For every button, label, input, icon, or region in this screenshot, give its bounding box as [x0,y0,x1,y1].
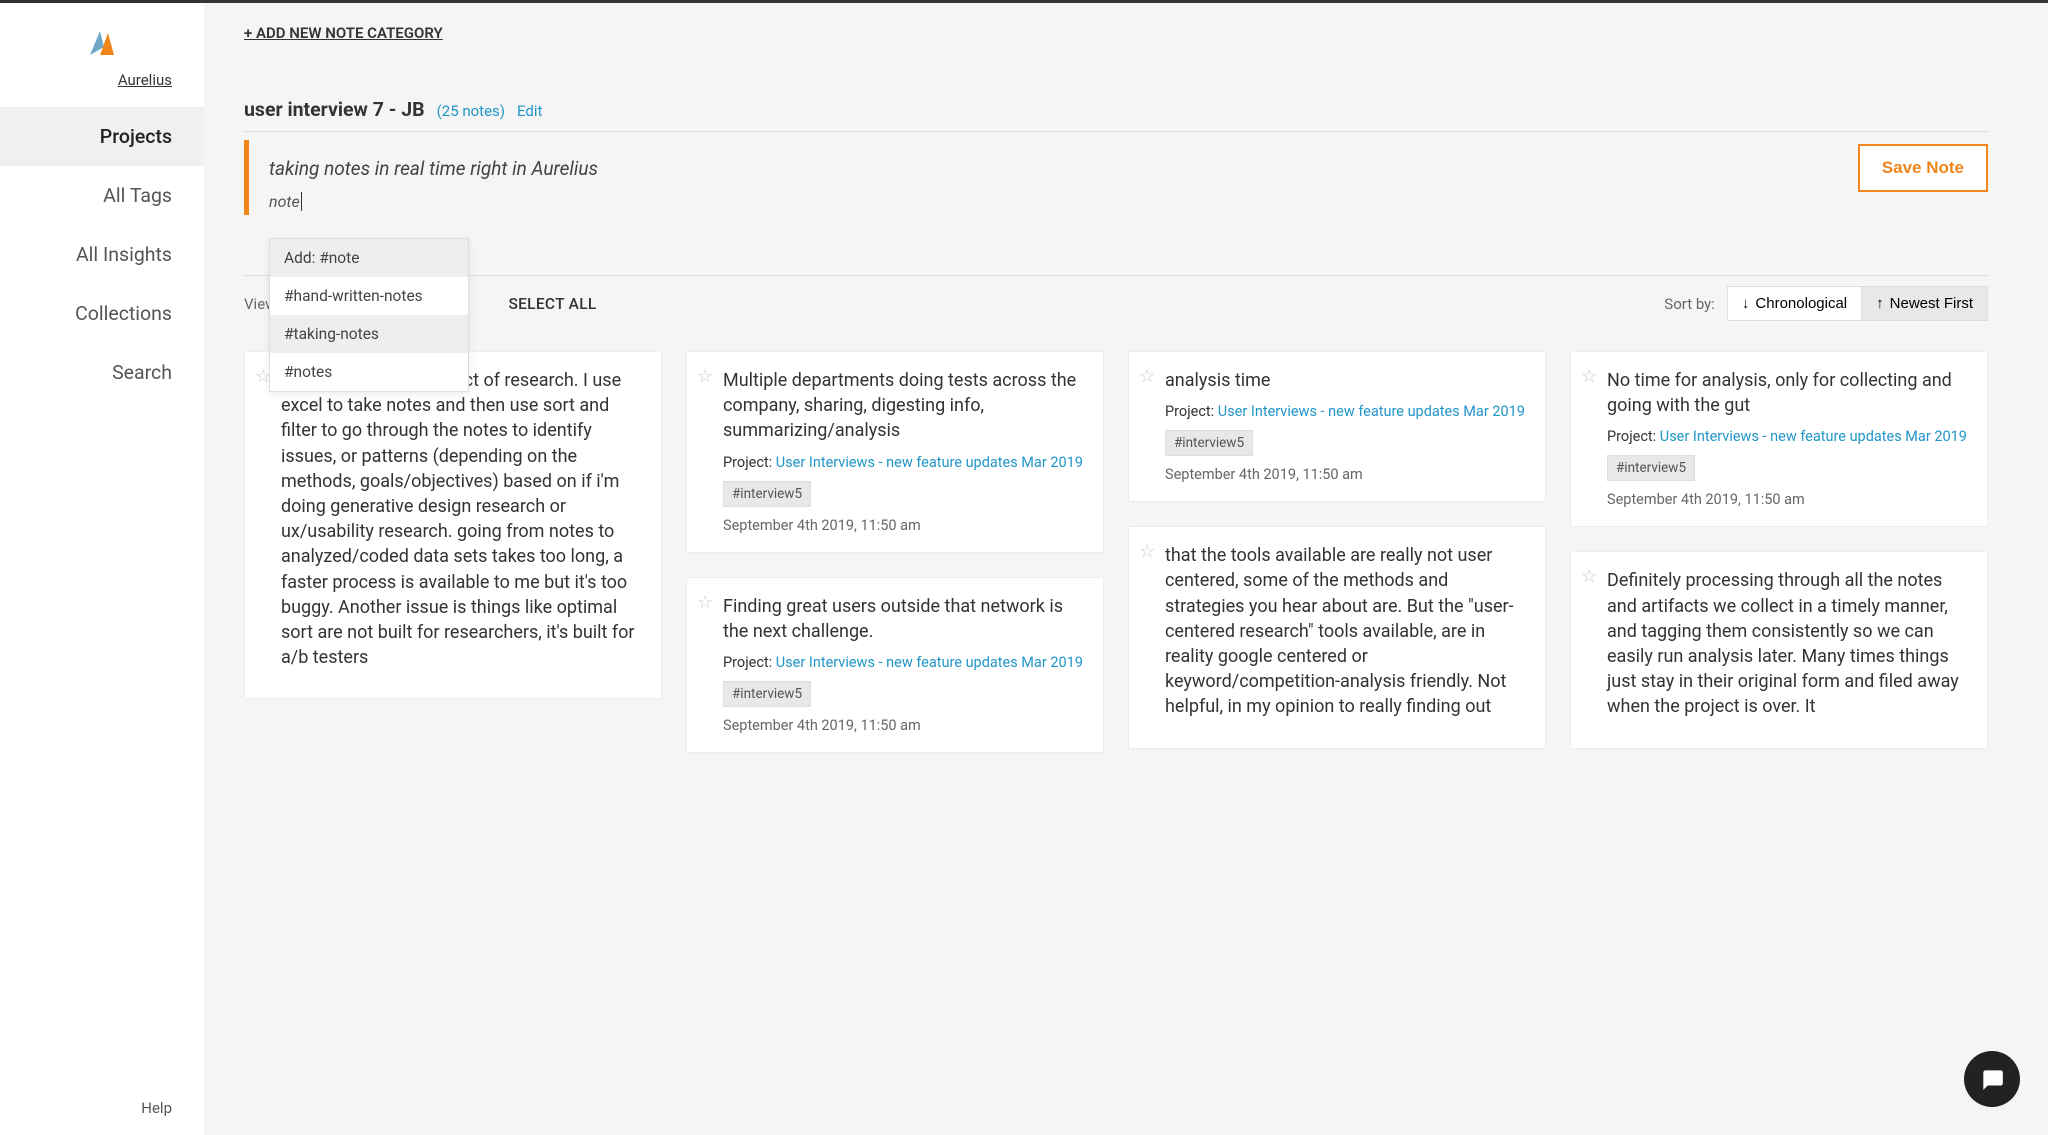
dropdown-option[interactable]: #notes [270,353,468,391]
project-line: Project: User Interviews - new feature u… [1607,428,1969,445]
project-line: Project: User Interviews - new feature u… [723,654,1085,671]
star-icon[interactable]: ☆ [1581,566,1597,587]
note-text: t time consuming aspect of research. I u… [281,368,643,670]
note-text: Finding great users outside that network… [723,594,1085,644]
help-link[interactable]: Help [0,1081,204,1135]
note-text: No time for analysis, only for collectin… [1607,368,1969,418]
select-all-button[interactable]: SELECT ALL [508,295,596,313]
category-title: user interview 7 - JB [244,98,425,121]
tag-autocomplete-dropdown: Add: #note #hand-written-notes #taking-n… [269,238,469,392]
tag-chip[interactable]: #interview5 [723,481,811,507]
divider [244,131,1988,132]
arrow-up-icon: ↑ [1876,295,1884,312]
note-card[interactable]: ☆ No time for analysis, only for collect… [1570,351,1988,527]
note-card[interactable]: ☆ Finding great users outside that netwo… [686,577,1104,753]
project-line: Project: User Interviews - new feature u… [1165,403,1527,420]
notes-grid: ☆ t time consuming aspect of research. I… [244,351,1988,753]
tag-chip[interactable]: #interview5 [723,681,811,707]
star-icon[interactable]: ☆ [697,592,713,613]
project-line: Project: User Interviews - new feature u… [723,454,1085,471]
note-card[interactable]: ☆ Multiple departments doing tests acros… [686,351,1104,553]
note-card[interactable]: ☆ t time consuming aspect of research. I… [244,351,662,699]
sort-newest-label: Newest First [1890,295,1973,312]
compose-note: taking notes in real time right in Aurel… [244,140,1988,215]
main-content: + ADD NEW NOTE CATEGORY user interview 7… [204,3,2048,1135]
project-link[interactable]: User Interviews - new feature updates Ma… [776,454,1083,471]
chat-widget-button[interactable] [1964,1051,2020,1107]
sidebar: Aurelius Projects All Tags All Insights … [0,3,204,1135]
project-link[interactable]: User Interviews - new feature updates Ma… [1218,403,1525,420]
nav-item-tags[interactable]: All Tags [0,166,204,225]
chat-icon [1979,1066,2005,1092]
nav-item-insights[interactable]: All Insights [0,225,204,284]
note-timestamp: September 4th 2019, 11:50 am [723,517,1085,534]
tag-input[interactable]: note [269,192,302,211]
arrow-down-icon: ↓ [1742,295,1750,312]
dropdown-add-new[interactable]: Add: #note [270,239,468,277]
dropdown-option[interactable]: #hand-written-notes [270,277,468,315]
note-text: that the tools available are really not … [1165,543,1527,719]
note-card[interactable]: ☆ that the tools available are really no… [1128,526,1546,748]
nav-item-projects[interactable]: Projects [0,107,204,166]
sort-chronological-button[interactable]: ↓ Chronological [1727,286,1862,321]
tag-chip[interactable]: #interview5 [1165,430,1253,456]
add-category-button[interactable]: + ADD NEW NOTE CATEGORY [244,24,443,42]
tag-chip[interactable]: #interview5 [1607,455,1695,481]
note-timestamp: September 4th 2019, 11:50 am [1165,466,1527,483]
app-logo [0,3,204,71]
note-text: Definitely processing through all the no… [1607,568,1969,719]
note-timestamp: September 4th 2019, 11:50 am [1607,491,1969,508]
category-header: user interview 7 - JB (25 notes) Edit [244,98,1988,121]
nav-item-collections[interactable]: Collections [0,284,204,343]
save-note-button[interactable]: Save Note [1858,144,1988,192]
compose-text-input[interactable]: taking notes in real time right in Aurel… [269,157,1858,180]
star-icon[interactable]: ☆ [1581,366,1597,387]
note-text: analysis time [1165,368,1527,393]
notes-count[interactable]: (25 notes) [437,102,505,120]
star-icon[interactable]: ☆ [697,366,713,387]
star-icon[interactable]: ☆ [1139,366,1155,387]
note-timestamp: September 4th 2019, 11:50 am [723,717,1085,734]
notes-toolbar: View SELECT ALL Sort by: ↓ Chronological… [244,275,1988,321]
dropdown-option[interactable]: #taking-notes [270,315,468,353]
project-link[interactable]: User Interviews - new feature updates Ma… [1660,428,1967,445]
edit-category-link[interactable]: Edit [517,102,542,120]
nav-item-search[interactable]: Search [0,343,204,402]
sort-chronological-label: Chronological [1755,295,1847,312]
sort-by-label: Sort by: [1664,295,1715,313]
main-nav: Projects All Tags All Insights Collectio… [0,107,204,402]
star-icon[interactable]: ☆ [1139,541,1155,562]
brand-name[interactable]: Aurelius [0,71,204,107]
project-link[interactable]: User Interviews - new feature updates Ma… [776,654,1083,671]
note-card[interactable]: ☆ analysis time Project: User Interviews… [1128,351,1546,502]
note-card[interactable]: ☆ Definitely processing through all the … [1570,551,1988,748]
note-text: Multiple departments doing tests across … [723,368,1085,444]
sort-newest-button[interactable]: ↑ Newest First [1862,286,1988,321]
